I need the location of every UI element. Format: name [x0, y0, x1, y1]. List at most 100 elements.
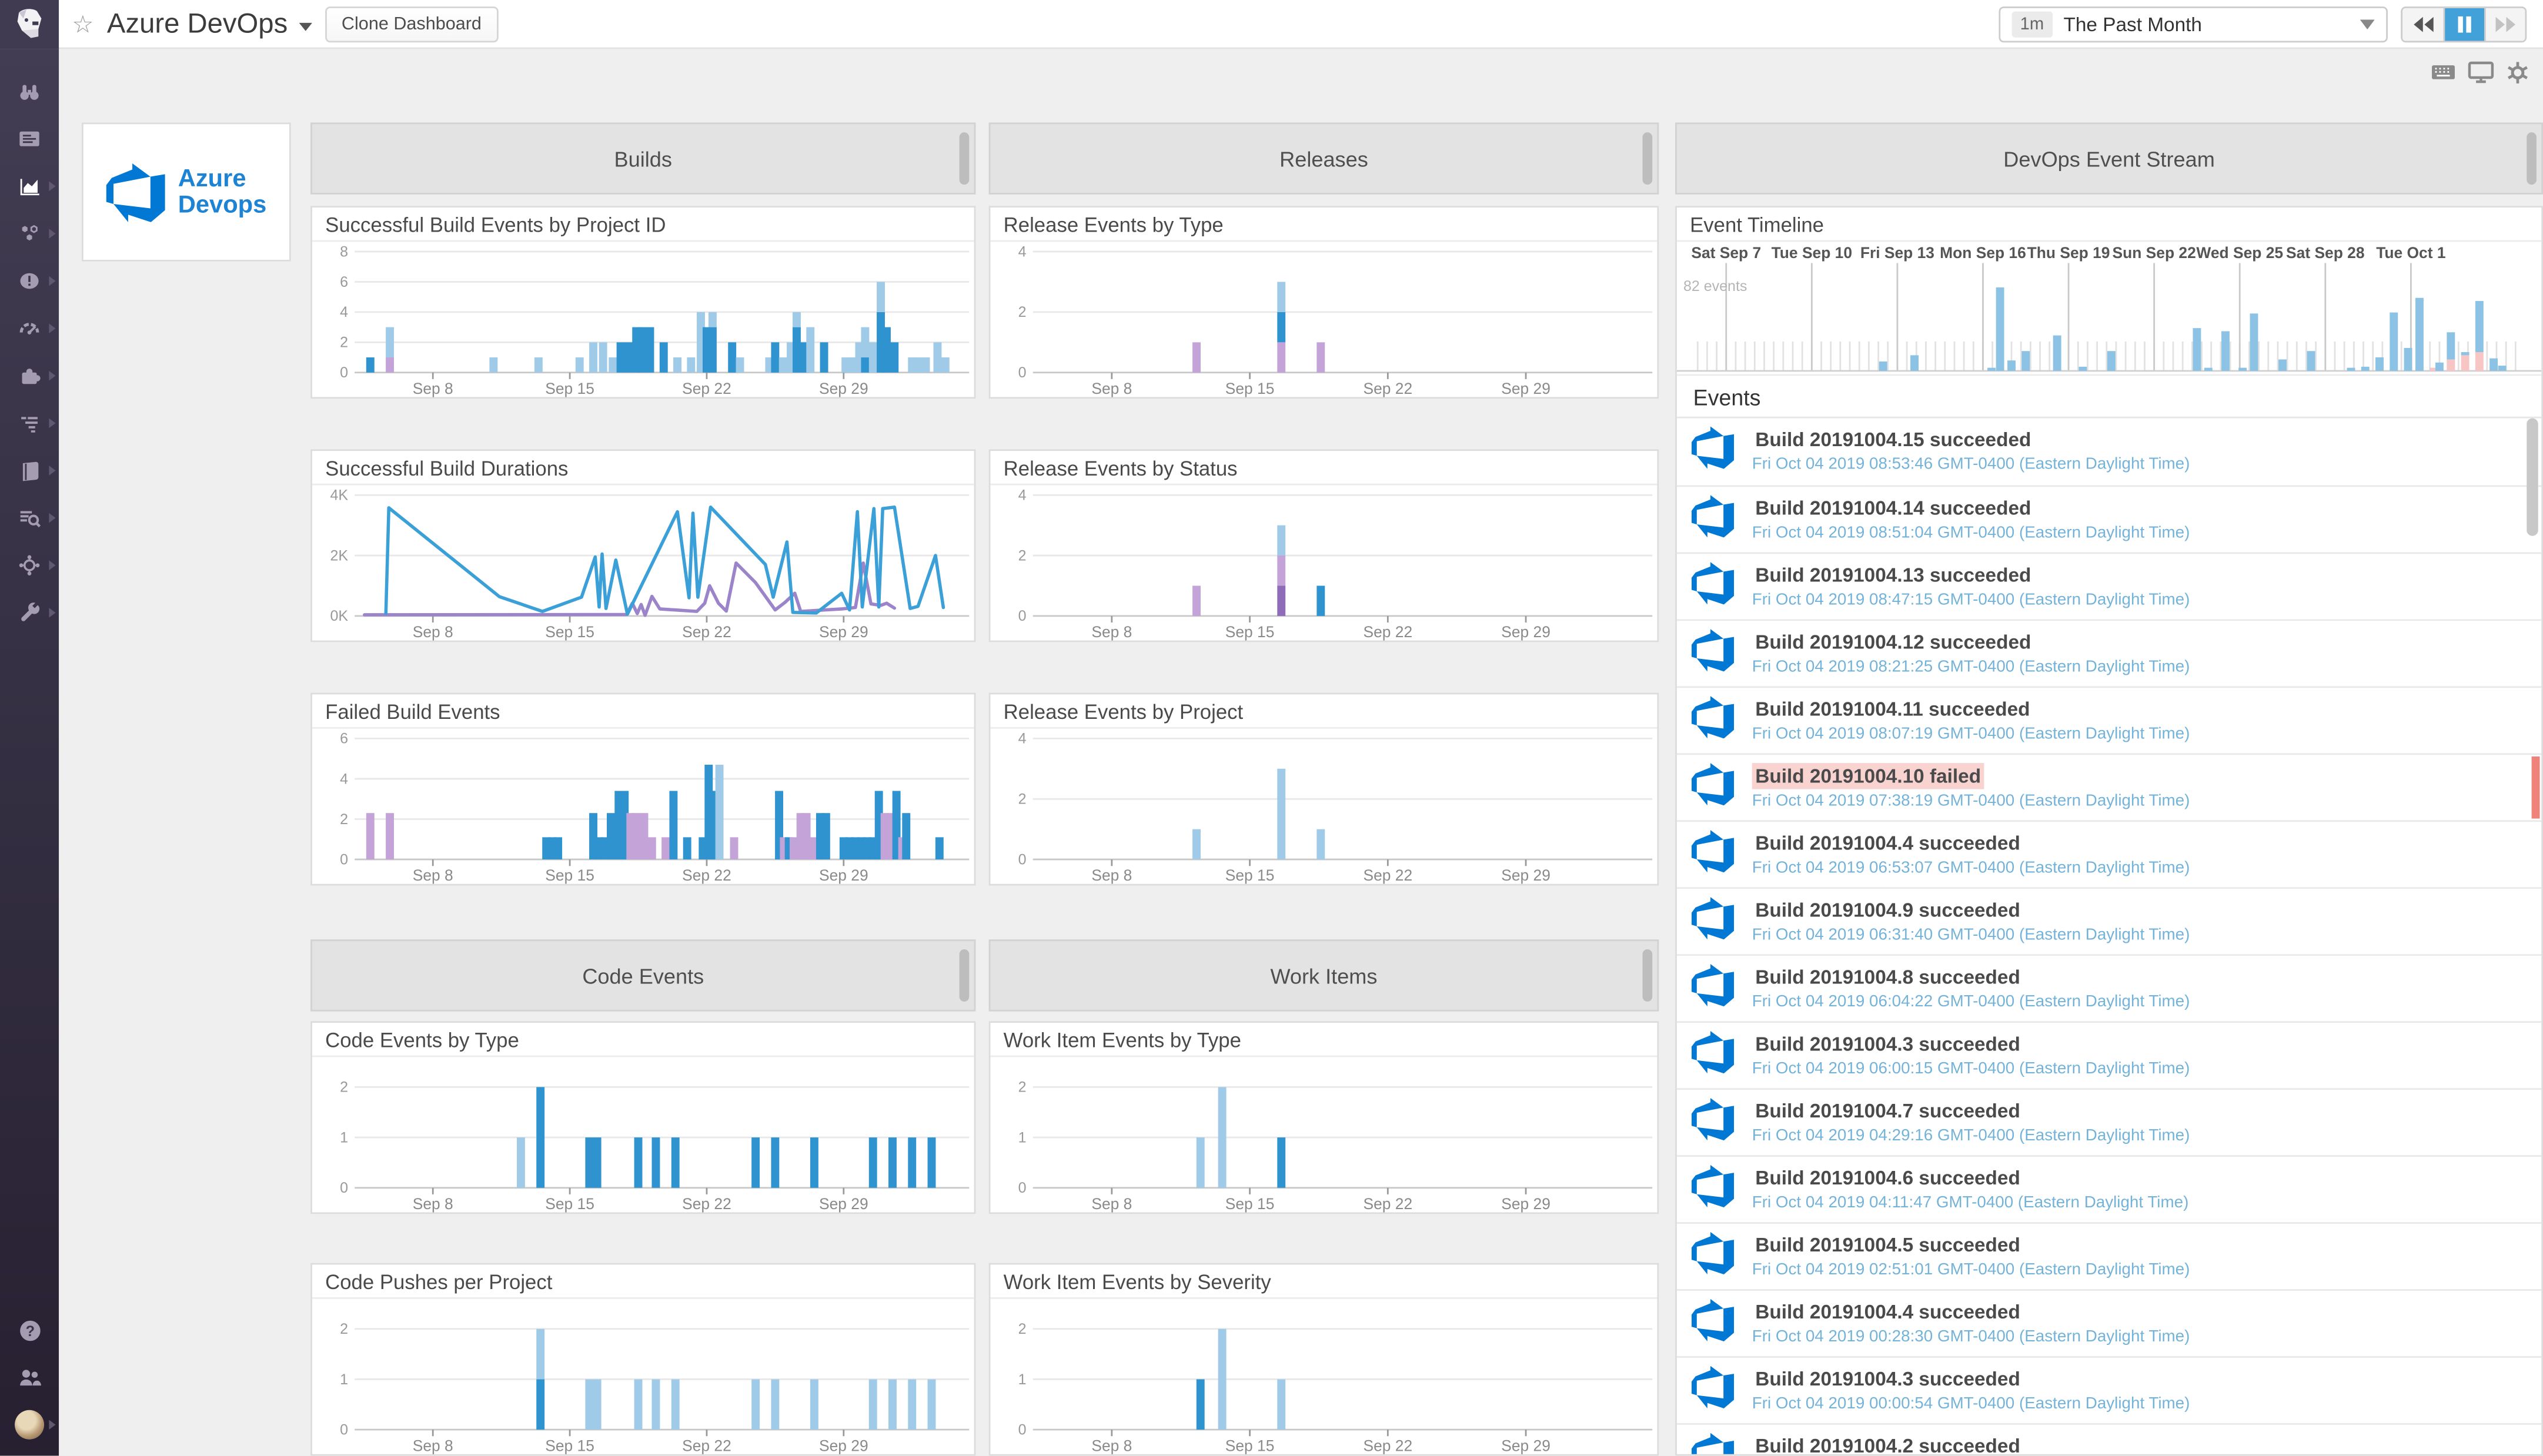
svg-text:2: 2 [1018, 791, 1027, 808]
chart-card-build-events: Successful Build Events by Project ID 02… [310, 206, 975, 399]
drag-handle[interactable] [960, 949, 970, 1002]
event-title[interactable]: Build 20191004.6 succeeded [1752, 1165, 2024, 1191]
event-timestamp[interactable]: Fri Oct 04 2019 08:47:15 GMT-0400 (Easte… [1752, 591, 2519, 610]
event-timestamp[interactable]: Fri Oct 04 2019 08:53:46 GMT-0400 (Easte… [1752, 456, 2519, 474]
dashboard-title-menu[interactable]: Azure DevOps [107, 8, 312, 41]
event-timestamp[interactable]: Fri Oct 04 2019 00:28:30 GMT-0400 (Easte… [1752, 1328, 2519, 1347]
pause-button[interactable] [2444, 8, 2484, 41]
event-list-item[interactable]: Build 20191004.9 succeeded Fri Oct 04 20… [1677, 887, 2541, 954]
event-timestamp[interactable]: Fri Oct 04 2019 08:21:25 GMT-0400 (Easte… [1752, 658, 2519, 677]
sidebar-item-help[interactable]: ? [0, 1307, 59, 1353]
event-title[interactable]: Build 20191004.4 succeeded [1752, 830, 2024, 856]
azure-devops-icon [1692, 1299, 1734, 1341]
forward-button[interactable] [2484, 8, 2525, 41]
favorite-star-icon[interactable]: ☆ [72, 12, 93, 37]
clone-dashboard-button[interactable]: Clone Dashboard [325, 6, 498, 42]
chevron-right-icon [49, 229, 55, 239]
chart-title: Failed Build Events [312, 694, 974, 728]
event-list-item[interactable]: Build 20191004.7 succeeded Fri Oct 04 20… [1677, 1088, 2541, 1155]
sidebar-item-metrics[interactable] [0, 306, 59, 352]
event-list-item[interactable]: Build 20191004.15 succeeded Fri Oct 04 2… [1677, 419, 2541, 486]
event-list-item[interactable]: Build 20191004.2 succeeded [1677, 1423, 2541, 1454]
time-range-selector[interactable]: 1m The Past Month [1999, 6, 2388, 42]
event-title[interactable]: Build 20191004.10 failed [1752, 763, 1984, 789]
sidebar-item-infrastructure[interactable] [0, 211, 59, 257]
sidebar-item-notebooks[interactable] [0, 448, 59, 494]
drag-handle[interactable] [1642, 949, 1652, 1002]
svg-text:Sep 22: Sep 22 [682, 866, 731, 884]
event-list-item[interactable]: Build 20191004.6 succeeded Fri Oct 04 20… [1677, 1155, 2541, 1222]
keyboard-shortcuts-icon[interactable] [2430, 61, 2456, 85]
chart-card-workitem-type: Work Item Events by Type 012Sep 8Sep 15S… [989, 1021, 1659, 1214]
event-list-item[interactable]: Build 20191004.12 succeeded Fri Oct 04 2… [1677, 619, 2541, 686]
event-list-item[interactable]: Build 20191004.5 succeeded Fri Oct 04 20… [1677, 1222, 2541, 1289]
event-title[interactable]: Build 20191004.13 succeeded [1752, 562, 2034, 588]
sidebar-item-logs[interactable] [0, 495, 59, 541]
event-title[interactable]: Build 20191004.5 succeeded [1752, 1232, 2024, 1258]
chart-build-durations: 0K2K4KSep 8Sep 15Sep 22Sep 29 [312, 486, 974, 641]
event-title[interactable]: Build 20191004.15 succeeded [1752, 426, 2034, 452]
sidebar-item-apm[interactable] [0, 400, 59, 446]
logs-search-icon [18, 507, 41, 530]
dashboard-page: ☆ Azure DevOps Clone Dashboard 1m The Pa… [0, 0, 2543, 1456]
event-title[interactable]: Build 20191004.2 succeeded [1752, 1433, 2024, 1454]
drag-handle[interactable] [960, 132, 970, 185]
event-title[interactable]: Build 20191004.4 succeeded [1752, 1299, 2024, 1325]
sidebar-item-events[interactable] [0, 116, 59, 162]
sidebar-item-user-menu[interactable] [0, 1402, 59, 1448]
event-stream-card: Event Timeline Sat Sep 7Tue Sep 10Fri Se… [1675, 206, 2543, 1455]
sidebar-item-watchdog[interactable] [0, 69, 59, 115]
svg-text:Sep 8: Sep 8 [413, 1437, 453, 1454]
event-timestamp[interactable]: Fri Oct 04 2019 06:04:22 GMT-0400 (Easte… [1752, 993, 2519, 1012]
sidebar-item-synthetics[interactable] [0, 543, 59, 588]
svg-text:Sep 29: Sep 29 [819, 1195, 868, 1213]
rewind-button[interactable] [2402, 8, 2443, 41]
drag-handle[interactable] [1642, 132, 1652, 185]
chart-card-code-pushes: Code Pushes per Project 012Sep 8Sep 15Se… [310, 1263, 975, 1456]
event-timestamp[interactable]: Fri Oct 04 2019 06:53:07 GMT-0400 (Easte… [1752, 859, 2519, 878]
svg-text:Thu Sep 19: Thu Sep 19 [2027, 244, 2110, 262]
event-list-item[interactable]: Build 20191004.11 succeeded Fri Oct 04 2… [1677, 686, 2541, 753]
datadog-logo[interactable] [0, 0, 59, 49]
scrollbar-thumb[interactable] [2527, 419, 2538, 536]
event-list-item[interactable]: Build 20191004.13 succeeded Fri Oct 04 2… [1677, 553, 2541, 620]
event-title[interactable]: Build 20191004.9 succeeded [1752, 897, 2024, 923]
sidebar-item-monitors[interactable] [0, 258, 59, 304]
svg-text:Sep 22: Sep 22 [682, 623, 731, 641]
svg-text:Sep 15: Sep 15 [1225, 623, 1275, 641]
event-list-item[interactable]: Build 20191004.4 succeeded Fri Oct 04 20… [1677, 820, 2541, 887]
event-timestamp[interactable]: Fri Oct 04 2019 06:31:40 GMT-0400 (Easte… [1752, 926, 2519, 945]
sidebar-item-settings[interactable] [0, 590, 59, 635]
sidebar-item-dashboards[interactable] [0, 163, 59, 209]
azure-devops-icon [1692, 964, 1734, 1006]
event-list-item[interactable]: Build 20191004.10 failed Fri Oct 04 2019… [1677, 753, 2541, 820]
sidebar-item-integrations[interactable] [0, 353, 59, 399]
azure-devops-icon [1692, 696, 1734, 738]
event-list-item[interactable]: Build 20191004.3 succeeded Fri Oct 04 20… [1677, 1021, 2541, 1088]
event-timestamp[interactable]: Fri Oct 04 2019 02:51:01 GMT-0400 (Easte… [1752, 1261, 2519, 1280]
settings-gear-icon[interactable] [2505, 61, 2530, 85]
event-title[interactable]: Build 20191004.12 succeeded [1752, 629, 2034, 655]
svg-text:4: 4 [340, 771, 348, 787]
event-list-item[interactable]: Build 20191004.4 succeeded Fri Oct 04 20… [1677, 1289, 2541, 1356]
event-title[interactable]: Build 20191004.7 succeeded [1752, 1098, 2024, 1124]
event-title[interactable]: Build 20191004.3 succeeded [1752, 1366, 2024, 1392]
event-title[interactable]: Build 20191004.11 succeeded [1752, 696, 2033, 722]
drag-handle[interactable] [2527, 132, 2537, 185]
event-list-item[interactable]: Build 20191004.3 succeeded Fri Oct 04 20… [1677, 1356, 2541, 1423]
event-timestamp[interactable]: Fri Oct 04 2019 06:00:15 GMT-0400 (Easte… [1752, 1060, 2519, 1079]
tv-mode-icon[interactable] [2468, 61, 2494, 85]
event-title[interactable]: Build 20191004.14 succeeded [1752, 495, 2034, 521]
event-timestamp[interactable]: Fri Oct 04 2019 04:29:16 GMT-0400 (Easte… [1752, 1127, 2519, 1146]
sidebar-item-team[interactable] [0, 1354, 59, 1400]
event-title[interactable]: Build 20191004.3 succeeded [1752, 1031, 2024, 1057]
event-list-item[interactable]: Build 20191004.14 succeeded Fri Oct 04 2… [1677, 486, 2541, 553]
event-timestamp[interactable]: Fri Oct 04 2019 04:11:47 GMT-0400 (Easte… [1752, 1194, 2519, 1213]
event-timestamp[interactable]: Fri Oct 04 2019 08:07:19 GMT-0400 (Easte… [1752, 725, 2519, 744]
event-timestamp[interactable]: Fri Oct 04 2019 08:51:04 GMT-0400 (Easte… [1752, 524, 2519, 543]
event-timestamp[interactable]: Fri Oct 04 2019 00:00:54 GMT-0400 (Easte… [1752, 1395, 2519, 1414]
event-timestamp[interactable]: Fri Oct 04 2019 07:38:19 GMT-0400 (Easte… [1752, 792, 2519, 811]
event-title[interactable]: Build 20191004.8 succeeded [1752, 964, 2024, 990]
fast-forward-icon [2495, 16, 2516, 33]
event-list-item[interactable]: Build 20191004.8 succeeded Fri Oct 04 20… [1677, 954, 2541, 1021]
